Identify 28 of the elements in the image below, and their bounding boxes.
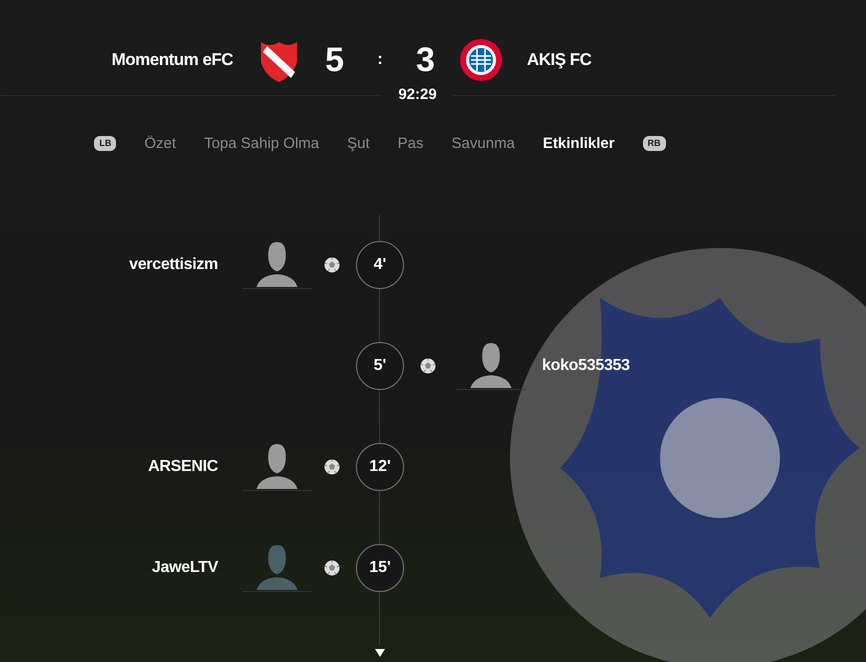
club-crest-icon xyxy=(458,38,503,82)
event-minute: 4' xyxy=(356,241,404,289)
shoulder-button-hint[interactable]: RB xyxy=(642,136,666,152)
tab[interactable]: Topa Sahip Olma xyxy=(204,132,320,155)
team-name: Momentum eFC xyxy=(112,49,234,72)
football-icon xyxy=(324,459,340,475)
football-icon xyxy=(420,358,436,374)
event-minute: 5' xyxy=(356,342,404,390)
scroll-down-arrow-icon[interactable] xyxy=(375,649,385,657)
tab[interactable]: Özet xyxy=(144,132,176,155)
tab[interactable]: Savunma xyxy=(452,132,515,155)
player-name: ARSENIC xyxy=(148,457,218,477)
match-clock: 92:29 xyxy=(397,85,438,105)
tab[interactable]: Pas xyxy=(398,132,424,155)
tab[interactable]: Etkinlikler xyxy=(542,132,615,155)
tab[interactable]: Şut xyxy=(347,132,370,155)
player-name: koko535353 xyxy=(542,356,630,376)
player-name: vercettisizm xyxy=(129,255,218,275)
shoulder-button-hint[interactable]: LB xyxy=(94,136,116,152)
player-name: JaweLTV xyxy=(152,558,218,578)
football-icon xyxy=(324,257,340,273)
score-separator: : xyxy=(376,50,384,70)
event-minute: 12' xyxy=(356,443,404,491)
team-name: AKIŞ FC xyxy=(526,49,592,72)
event-minute: 15' xyxy=(356,544,404,592)
score: 5 xyxy=(325,43,344,77)
score: 3 xyxy=(416,43,435,77)
football-icon xyxy=(324,560,340,576)
